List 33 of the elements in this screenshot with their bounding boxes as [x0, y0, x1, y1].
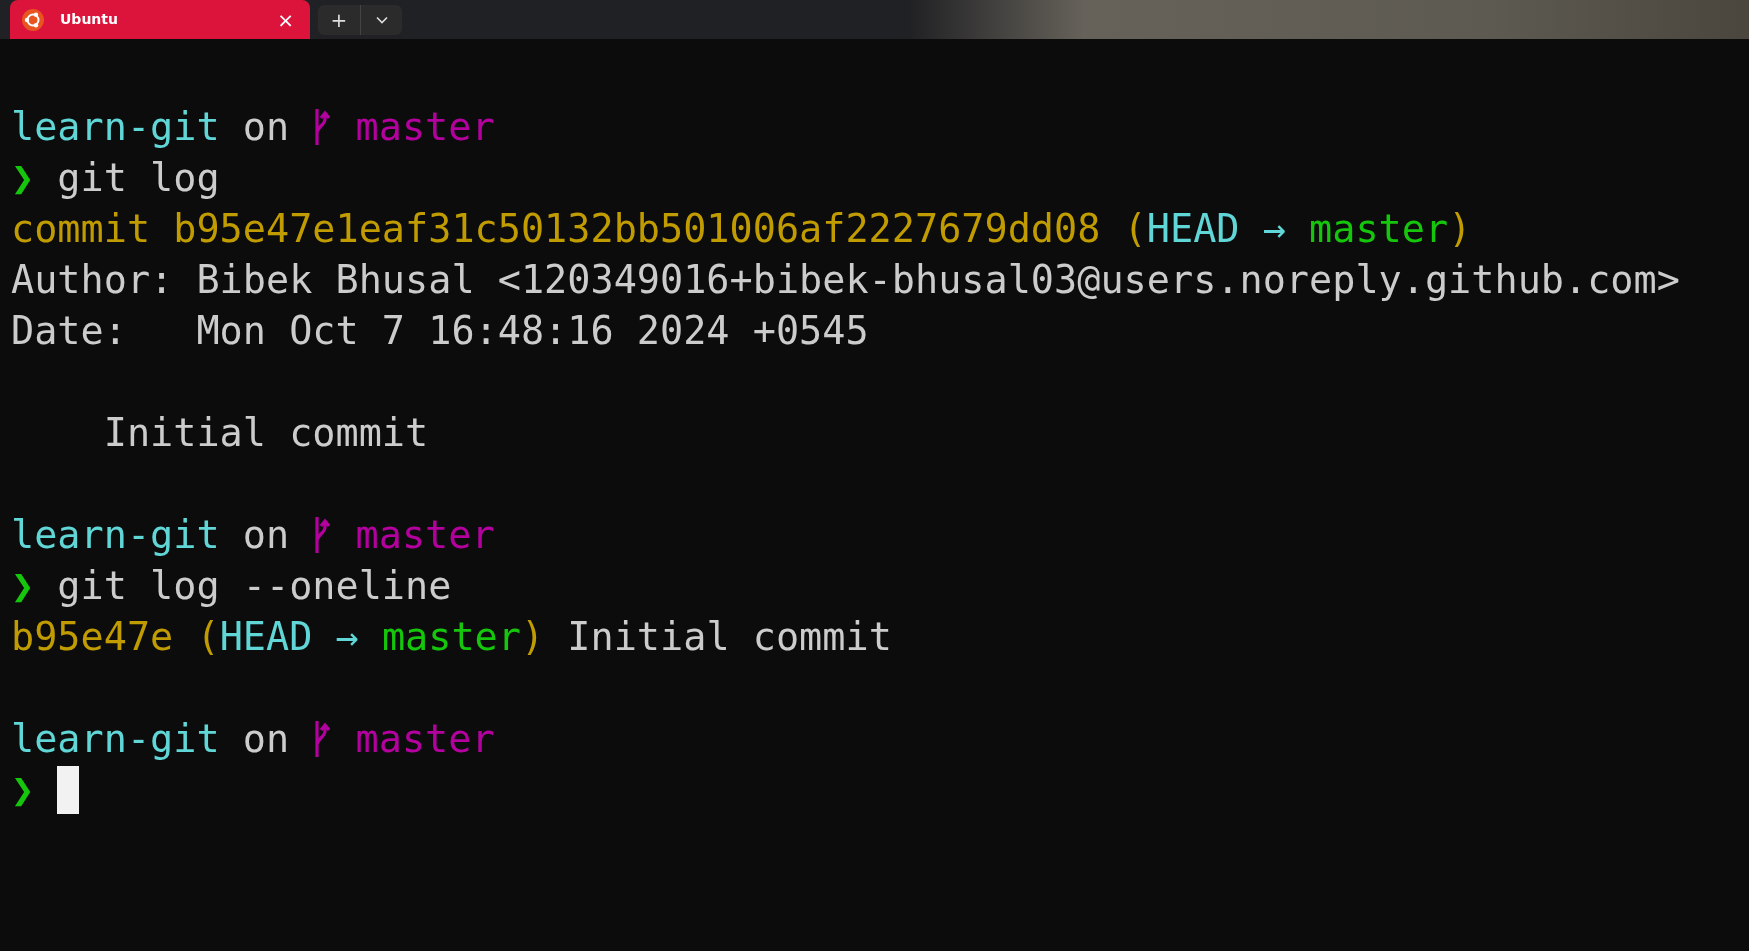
terminal-text: ) — [1448, 205, 1472, 253]
close-button[interactable]: × — [273, 9, 298, 30]
terminal-text: ❯ — [11, 562, 35, 610]
terminal-text: ❯ — [11, 766, 35, 814]
terminal-text: ) — [520, 613, 545, 661]
terminal-text: master — [354, 511, 495, 559]
terminal-text: HEAD → — [1146, 205, 1287, 253]
terminal-text: on — [241, 103, 291, 151]
terminal-text: master — [354, 103, 495, 151]
terminal-text: Date: Mon Oct 7 16:48:16 2024 +0545 — [11, 307, 869, 355]
tab[interactable]: Ubuntu × — [10, 0, 310, 39]
new-tab-button[interactable]: + — [318, 5, 360, 35]
terminal-text: learn-git — [11, 715, 220, 763]
terminal-text: on — [241, 511, 291, 559]
terminal-text: learn-git — [11, 103, 220, 151]
chevron-down-icon — [375, 16, 388, 24]
terminal-text: b95e47e ( — [11, 613, 220, 661]
terminal-text: ❯ — [11, 154, 35, 202]
terminal-text: Author: Bibek Bhusal <120349016+bibek-bhusal03@users.noreply.github.com> — [11, 256, 1680, 304]
terminal-text: git log — [56, 154, 220, 202]
terminal-text: Initial commit — [102, 409, 429, 457]
terminal-text: master — [1309, 205, 1449, 253]
terminal-text: HEAD → — [219, 613, 360, 661]
terminal-text: master — [354, 715, 495, 763]
terminal-text: Initial commit — [566, 613, 892, 661]
ubuntu-logo-icon — [22, 8, 44, 31]
terminal-text: learn-git — [11, 511, 220, 559]
tab-title: Ubuntu — [60, 10, 119, 29]
terminal-text: on — [241, 715, 291, 763]
terminal-text: commit b95e47e1eaf31c50132bb501006af2227679dd08 ( — [11, 205, 1147, 253]
terminal-text: git log --oneline — [56, 562, 452, 610]
terminal-text: master — [381, 613, 521, 661]
dropdown-button[interactable] — [360, 5, 402, 35]
